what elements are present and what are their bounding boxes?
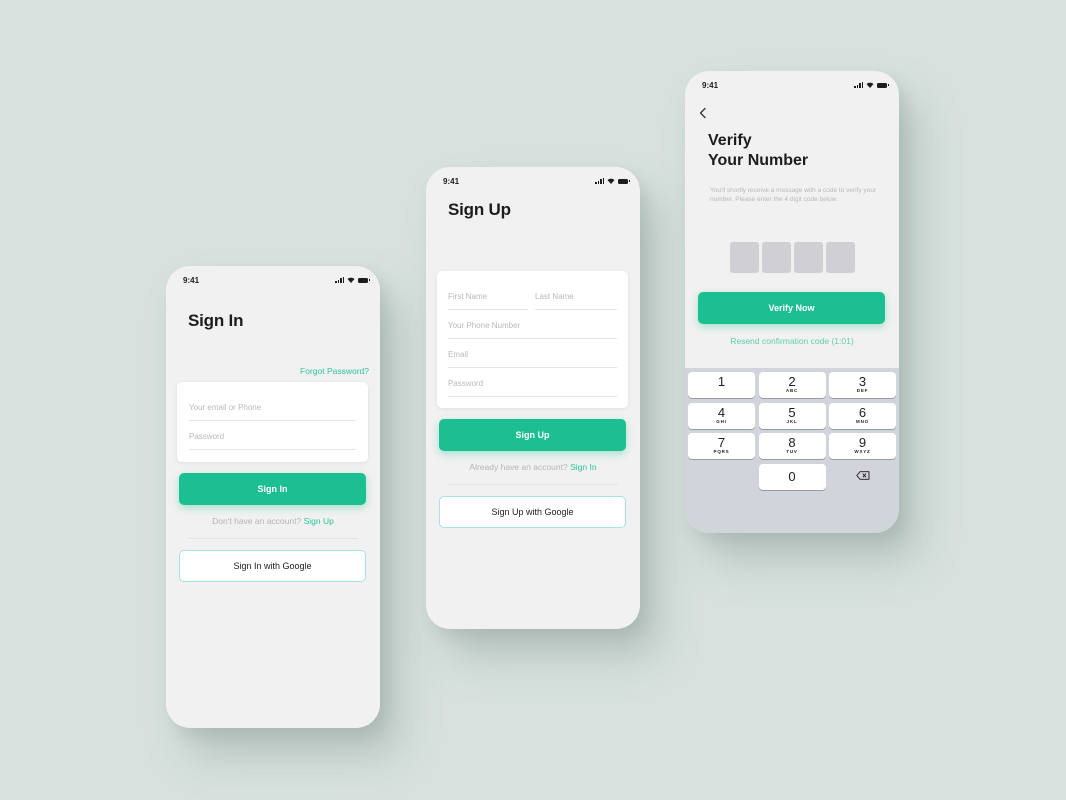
backspace-icon (855, 470, 869, 480)
phone-signup-screen: 9:41 Sign Up First Name Last Name Your P… (426, 167, 640, 629)
signal-icon (335, 277, 344, 283)
keypad-key-6[interactable]: 6 MNO (829, 402, 896, 429)
wifi-icon (347, 277, 355, 283)
key-letters: MNO (856, 418, 869, 424)
keypad-key-8[interactable]: 8 TUV (758, 433, 826, 459)
phone-number-field[interactable]: Your Phone Number (448, 321, 617, 339)
keypad-key-5[interactable]: 5 JKL (758, 402, 826, 429)
key-number: 6 (858, 404, 867, 420)
keypad-key-9[interactable]: 9 WXYZ (829, 433, 896, 459)
wifi-icon (866, 82, 874, 88)
first-name-field[interactable]: First Name (448, 292, 528, 310)
signup-prompt-text: Don't have an account? (212, 516, 302, 526)
keypad-key-1[interactable]: 1 (688, 372, 755, 398)
keypad-key-7[interactable]: 7 PQRS (688, 433, 755, 459)
sign-up-button[interactable]: Sign Up (439, 419, 626, 451)
code-digit-box[interactable] (730, 242, 759, 273)
status-bar: 9:41 (183, 274, 370, 286)
keypad-key-3[interactable]: 3 DEF (829, 372, 896, 398)
email-phone-field[interactable]: Your email or Phone (189, 403, 356, 421)
battery-icon (877, 82, 889, 88)
code-digit-box[interactable] (762, 242, 791, 273)
key-number: 9 (858, 435, 867, 450)
page-title: Verify Your Number (708, 131, 808, 171)
key-number: 7 (717, 435, 726, 450)
keypad-key-2[interactable]: 2 ABC (758, 372, 826, 398)
status-bar: 9:41 (443, 175, 630, 187)
page-title: Sign In (188, 311, 244, 330)
signin-form-card: Your email or Phone Password (177, 382, 368, 462)
key-letters: PQRS (713, 449, 730, 454)
code-input-group (730, 242, 855, 273)
status-bar: 9:41 (702, 79, 889, 91)
key-letters: WXYZ (854, 449, 871, 454)
key-letters: ABC (785, 388, 799, 393)
signin-prompt: Already have an account? Sign In (426, 462, 640, 472)
key-letters: TUV (786, 449, 798, 454)
page-title: Sign Up (448, 200, 511, 219)
key-number: 5 (788, 404, 796, 420)
key-number: 2 (788, 374, 796, 389)
sign-in-google-button[interactable]: Sign In with Google (179, 550, 366, 582)
keypad-key-0[interactable]: 0 (758, 463, 826, 490)
key-letters: GHI (716, 418, 727, 424)
signup-prompt: Don't have an account? Sign Up (166, 516, 380, 526)
key-number: 4 (717, 404, 726, 420)
key-number: 3 (858, 374, 867, 389)
phone-verify-screen: 9:41 Verify Your Number You'll shortly r… (685, 71, 899, 533)
phone-signin-screen: 9:41 Sign In Forgot Password? Your email… (166, 266, 380, 728)
code-digit-box[interactable] (826, 242, 855, 273)
verify-description: You'll shortly receive a message with a … (710, 187, 877, 203)
last-name-field[interactable]: Last Name (535, 292, 617, 310)
code-digit-box[interactable] (794, 242, 823, 273)
signal-icon (854, 82, 863, 88)
divider (188, 538, 358, 539)
signin-link[interactable]: Sign In (570, 462, 596, 472)
resend-code-link[interactable]: Resend confirmation code (1:01) (685, 336, 899, 346)
signup-link[interactable]: Sign Up (304, 516, 334, 526)
status-time: 9:41 (183, 275, 200, 285)
key-number: 8 (788, 435, 796, 450)
keypad-key-4[interactable]: 4 GHI (688, 402, 755, 429)
title-line-1: Verify (708, 132, 752, 149)
battery-icon (618, 178, 630, 184)
wifi-icon (607, 178, 615, 184)
status-time: 9:41 (702, 80, 719, 90)
verify-now-button[interactable]: Verify Now (698, 292, 885, 324)
divider (448, 484, 618, 485)
password-field[interactable]: Password (448, 379, 617, 397)
signup-form-card: First Name Last Name Your Phone Number E… (437, 271, 628, 408)
title-line-2: Your Number (708, 152, 809, 169)
forgot-password-link[interactable]: Forgot Password? (300, 366, 369, 376)
key-letters: DEF (856, 388, 869, 393)
signal-icon (595, 178, 604, 184)
chevron-left-icon[interactable] (698, 107, 708, 119)
email-field[interactable]: Email (448, 350, 617, 368)
sign-in-button[interactable]: Sign In (179, 473, 366, 505)
status-time: 9:41 (443, 176, 460, 186)
key-number: 0 (788, 468, 796, 484)
backspace-key[interactable] (829, 462, 896, 488)
sign-up-google-button[interactable]: Sign Up with Google (439, 496, 626, 528)
signin-prompt-text: Already have an account? (469, 462, 568, 472)
key-letters: JKL (786, 418, 798, 424)
numeric-keypad: 1 2 ABC 3 DEF 4 GHI 5 JKL 6 MNO 7 PQRS 8 TUV 9 WXYZ 0 (685, 368, 899, 533)
key-number: 1 (717, 374, 726, 389)
battery-icon (358, 277, 370, 283)
password-field[interactable]: Password (189, 432, 356, 450)
